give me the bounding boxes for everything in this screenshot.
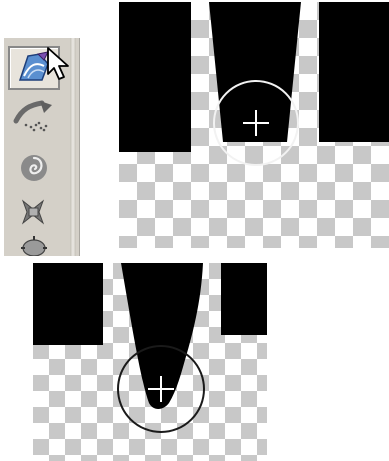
crosshair-icon <box>148 376 174 402</box>
twirl-tool-button[interactable] <box>8 146 60 190</box>
pucker-tool-button[interactable] <box>8 196 60 228</box>
crosshair-icon <box>243 110 269 136</box>
bloat-icon <box>21 236 47 256</box>
left-black-block <box>119 2 191 152</box>
page <box>0 0 389 461</box>
arrow-pointer-icon <box>47 47 69 80</box>
reconstruct-brush-icon <box>13 100 52 132</box>
left-black-block <box>33 263 103 345</box>
right-black-block <box>319 2 389 142</box>
canvas-view-after[interactable] <box>33 263 267 461</box>
bloat-tool-button[interactable] <box>8 234 60 256</box>
right-black-block <box>221 263 267 335</box>
pucker-icon <box>21 199 45 225</box>
canvas-view-before[interactable] <box>119 2 389 248</box>
reconstruct-tool-button[interactable] <box>8 96 60 136</box>
twirl-icon <box>21 155 47 181</box>
